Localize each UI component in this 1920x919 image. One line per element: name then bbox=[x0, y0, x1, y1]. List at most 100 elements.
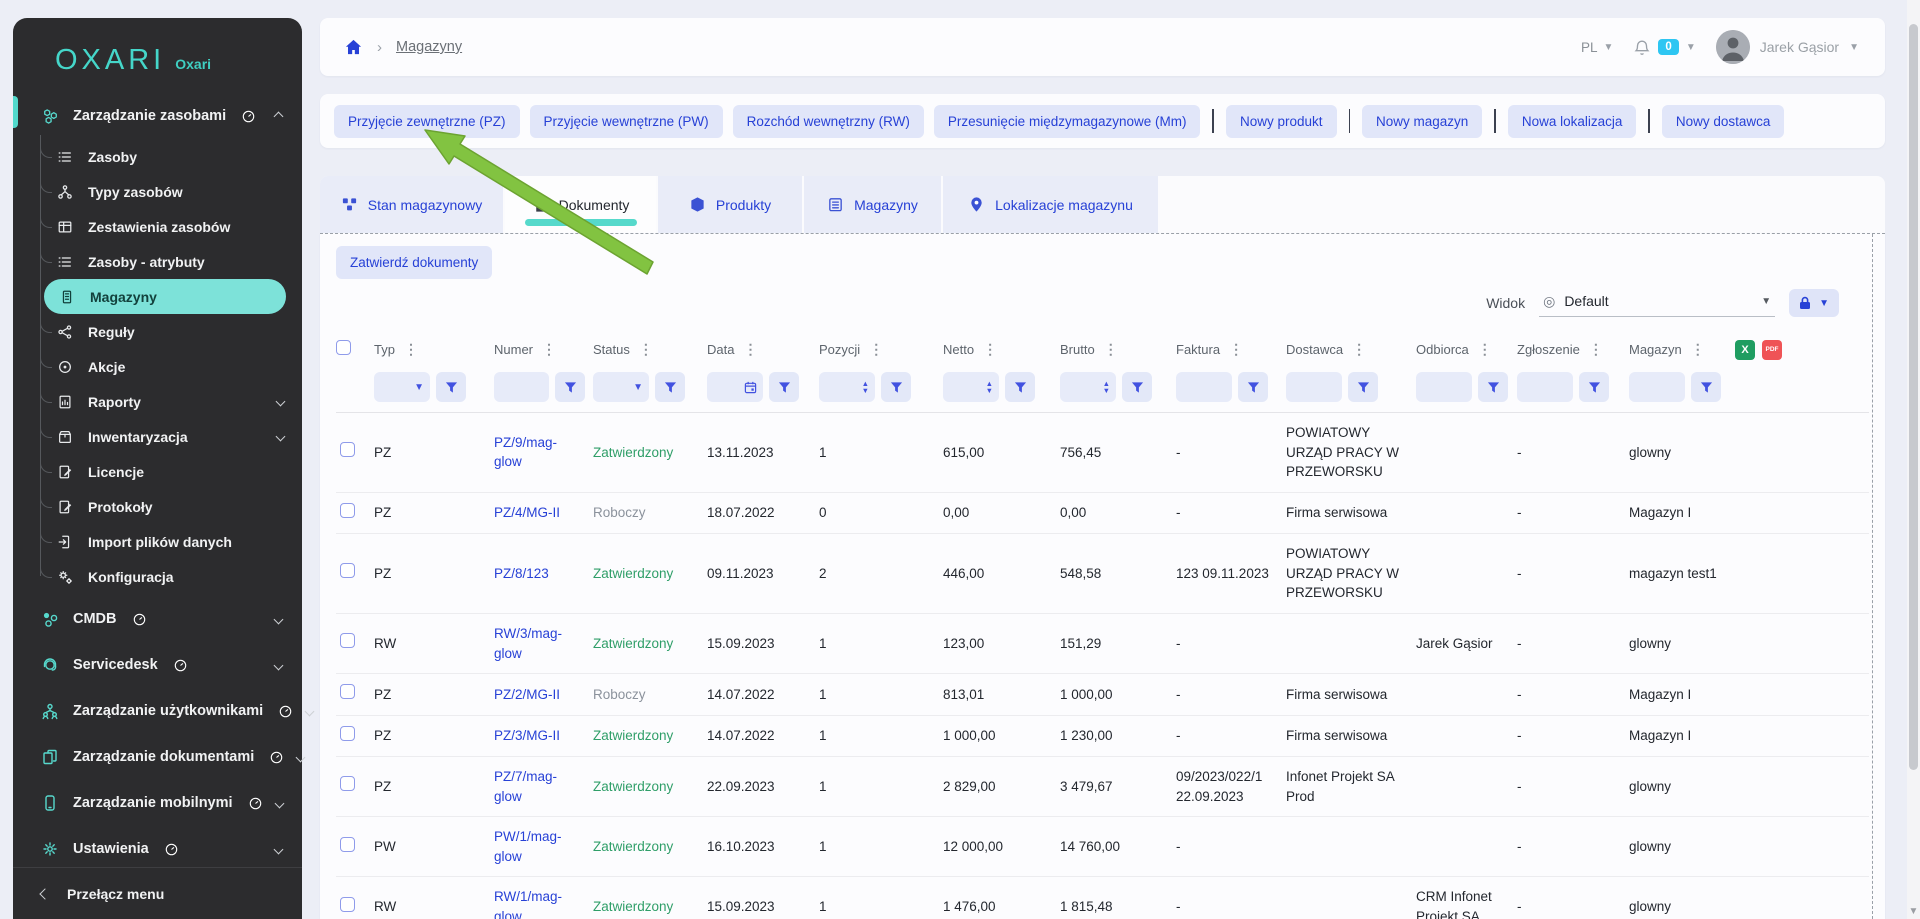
column-menu-netto[interactable]: ⋮ bbox=[983, 341, 997, 358]
tab-dokumenty[interactable]: Dokumenty bbox=[505, 176, 656, 233]
sidebar-item-inwentaryzacja[interactable]: Inwentaryzacja bbox=[40, 419, 302, 454]
column-menu-status[interactable]: ⋮ bbox=[639, 341, 653, 358]
sidebar-item-import-plikow-danych[interactable]: Import plików danych bbox=[40, 524, 302, 559]
breadcrumb-link-magazyny[interactable]: Magazyny bbox=[396, 39, 462, 55]
filter-button-data[interactable] bbox=[769, 372, 799, 402]
action-button-pw[interactable]: Przyjęcie wewnętrzne (PW) bbox=[530, 105, 723, 138]
column-menu-data[interactable]: ⋮ bbox=[743, 341, 757, 358]
row-checkbox[interactable] bbox=[340, 897, 355, 912]
filter-button-brutto[interactable] bbox=[1122, 372, 1152, 402]
select-all-checkbox[interactable] bbox=[336, 340, 351, 355]
tab-lokalizacje-magazynu[interactable]: Lokalizacje magazynu bbox=[943, 176, 1158, 233]
action-button-nowy-dostawca[interactable]: Nowy dostawca bbox=[1662, 105, 1785, 138]
sidebar-item-magazyny[interactable]: Magazyny bbox=[44, 279, 286, 314]
document-link[interactable]: PZ/7/mag-glow bbox=[494, 769, 557, 804]
lock-view-button[interactable]: ▼ bbox=[1789, 289, 1839, 317]
sidebar-item-zasoby-atrybuty[interactable]: Zasoby - atrybuty bbox=[40, 244, 302, 279]
tab-stan-magazynowy[interactable]: Stan magazynowy bbox=[320, 176, 503, 233]
menu-toggle-button[interactable]: Przełącz menu bbox=[13, 867, 302, 919]
column-menu-typ[interactable]: ⋮ bbox=[404, 341, 418, 358]
document-link[interactable]: PZ/8/123 bbox=[494, 566, 549, 581]
document-link[interactable]: RW/3/mag-glow bbox=[494, 626, 562, 661]
sidebar-item-zarzadzanie-mobilnymi[interactable]: Zarządzanie mobilnymi bbox=[13, 780, 302, 826]
column-menu-brutto[interactable]: ⋮ bbox=[1104, 341, 1118, 358]
filter-button-numer[interactable] bbox=[555, 372, 585, 402]
tab-produkty[interactable]: Produkty bbox=[658, 176, 802, 233]
document-link[interactable]: PZ/3/MG-II bbox=[494, 728, 560, 743]
filter-input-status[interactable]: ▼ bbox=[593, 372, 649, 402]
document-link[interactable]: PZ/2/MG-II bbox=[494, 687, 560, 702]
filter-input-typ[interactable]: ▼ bbox=[374, 372, 430, 402]
filter-input-dostawca[interactable] bbox=[1286, 372, 1342, 402]
row-checkbox[interactable] bbox=[340, 776, 355, 791]
action-button-nowy-produkt[interactable]: Nowy produkt bbox=[1226, 105, 1337, 138]
action-button-mm[interactable]: Przesunięcie międzymagazynowe (Mm) bbox=[934, 105, 1201, 138]
row-checkbox[interactable] bbox=[340, 726, 355, 741]
document-link[interactable]: RW/1/mag-glow bbox=[494, 889, 562, 919]
column-menu-pozycji[interactable]: ⋮ bbox=[869, 341, 883, 358]
sidebar-item-zarzadzanie-zasobami[interactable]: Zarządzanie zasobami bbox=[13, 93, 302, 139]
scrollbar-down-arrow[interactable]: ▼ bbox=[1907, 906, 1920, 917]
avatar[interactable] bbox=[1716, 30, 1750, 64]
filter-input-numer[interactable] bbox=[494, 372, 549, 402]
sidebar-item-protokoly[interactable]: Protokoły bbox=[40, 489, 302, 524]
sidebar-item-ustawienia[interactable]: Ustawienia bbox=[13, 826, 302, 872]
export-excel-icon[interactable]: X bbox=[1735, 340, 1755, 360]
action-button-nowa-lokalizacja[interactable]: Nowa lokalizacja bbox=[1508, 105, 1637, 138]
row-checkbox[interactable] bbox=[340, 503, 355, 518]
home-icon[interactable] bbox=[344, 38, 363, 57]
column-menu-faktura[interactable]: ⋮ bbox=[1229, 341, 1243, 358]
approve-documents-button[interactable]: Zatwierdź dokumenty bbox=[336, 246, 492, 279]
row-checkbox[interactable] bbox=[340, 684, 355, 699]
filter-input-faktura[interactable] bbox=[1176, 372, 1232, 402]
filter-button-dostawca[interactable] bbox=[1348, 372, 1378, 402]
chevron-down-icon[interactable]: ▼ bbox=[1849, 42, 1859, 53]
filter-input-zgloszenie[interactable] bbox=[1517, 372, 1573, 402]
filter-button-zgloszenie[interactable] bbox=[1579, 372, 1609, 402]
action-button-nowy-magazyn[interactable]: Nowy magazyn bbox=[1362, 105, 1482, 138]
column-menu-dostawca[interactable]: ⋮ bbox=[1352, 341, 1366, 358]
sidebar-item-reguly[interactable]: Reguły bbox=[40, 314, 302, 349]
column-menu-magazyn[interactable]: ⋮ bbox=[1691, 341, 1705, 358]
filter-button-pozycji[interactable] bbox=[881, 372, 911, 402]
filter-input-brutto[interactable]: ▲▼ bbox=[1060, 372, 1116, 402]
filter-input-pozycji[interactable]: ▲▼ bbox=[819, 372, 875, 402]
sidebar-item-typy-zasobow[interactable]: Typy zasobów bbox=[40, 174, 302, 209]
sidebar-item-servicedesk[interactable]: Servicedesk bbox=[13, 642, 302, 688]
filter-button-netto[interactable] bbox=[1005, 372, 1035, 402]
tab-magazyny[interactable]: Magazyny bbox=[804, 176, 941, 233]
document-link[interactable]: PW/1/mag-glow bbox=[494, 829, 562, 864]
filter-button-faktura[interactable] bbox=[1238, 372, 1268, 402]
filter-input-data[interactable] bbox=[707, 372, 763, 402]
sidebar-item-raporty[interactable]: Raporty bbox=[40, 384, 302, 419]
sidebar-item-cmdb[interactable]: CMDB bbox=[13, 596, 302, 642]
filter-button-magazyn[interactable] bbox=[1691, 372, 1721, 402]
scrollbar-thumb[interactable] bbox=[1909, 24, 1918, 770]
export-pdf-icon[interactable]: PDF bbox=[1762, 340, 1782, 360]
filter-button-status[interactable] bbox=[655, 372, 685, 402]
sidebar-item-zarzadzanie-uzytkownikami[interactable]: Zarządzanie użytkownikami bbox=[13, 688, 302, 734]
column-menu-odbiorca[interactable]: ⋮ bbox=[1478, 341, 1492, 358]
sidebar-item-akcje[interactable]: Akcje bbox=[40, 349, 302, 384]
filter-button-odbiorca[interactable] bbox=[1478, 372, 1508, 402]
sidebar-item-zarzadzanie-dokumentami[interactable]: Zarządzanie dokumentami bbox=[13, 734, 302, 780]
sidebar-item-zestawienia-zasobow[interactable]: Zestawienia zasobów bbox=[40, 209, 302, 244]
sidebar-item-konfiguracja[interactable]: Konfiguracja bbox=[40, 559, 302, 594]
sidebar-item-zasoby[interactable]: Zasoby bbox=[40, 139, 302, 174]
document-link[interactable]: PZ/4/MG-II bbox=[494, 505, 560, 520]
view-select[interactable]: ◎ Default ▼ bbox=[1539, 290, 1775, 317]
filter-input-netto[interactable]: ▲▼ bbox=[943, 372, 999, 402]
row-checkbox[interactable] bbox=[340, 442, 355, 457]
column-menu-numer[interactable]: ⋮ bbox=[542, 341, 556, 358]
row-checkbox[interactable] bbox=[340, 837, 355, 852]
row-checkbox[interactable] bbox=[340, 563, 355, 578]
row-checkbox[interactable] bbox=[340, 633, 355, 648]
sidebar-item-licencje[interactable]: Licencje bbox=[40, 454, 302, 489]
filter-button-typ[interactable] bbox=[436, 372, 466, 402]
column-menu-zgloszenie[interactable]: ⋮ bbox=[1589, 341, 1603, 358]
document-link[interactable]: PZ/9/mag-glow bbox=[494, 435, 557, 470]
action-button-pz[interactable]: Przyjęcie zewnętrzne (PZ) bbox=[334, 105, 520, 138]
notifications-button[interactable]: 0 ▼ bbox=[1633, 38, 1695, 57]
language-selector[interactable]: PL ▼ bbox=[1581, 40, 1613, 55]
filter-input-magazyn[interactable] bbox=[1629, 372, 1685, 402]
